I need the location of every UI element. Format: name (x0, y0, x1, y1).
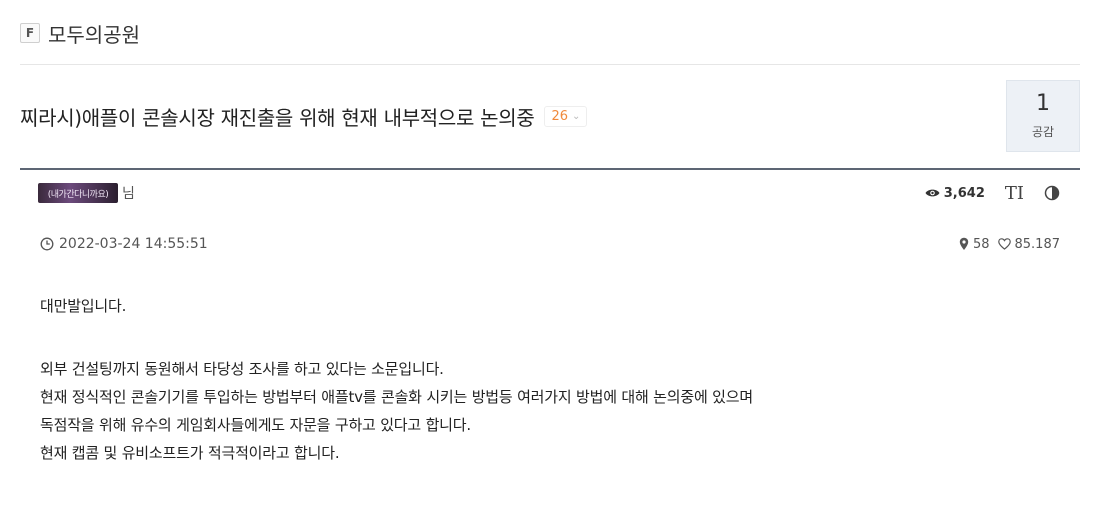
chevron-down-icon: ⌄ (572, 110, 581, 122)
author-suffix: 님 (122, 186, 135, 202)
view-count-value: 3,642 (943, 185, 985, 201)
title-row: 찌라시)애플이 콘솔시장 재진출을 위해 현재 내부적으로 논의중 26 ⌄ (20, 98, 588, 134)
author-nickname-image[interactable]: (내가간다니까요) (38, 183, 118, 203)
body-line: 대만발입니다. (40, 297, 127, 315)
divider (20, 64, 1080, 65)
body-line: 외부 건설팅까지 동원해서 타당성 조사를 하고 있다는 소문입니다. (40, 360, 444, 378)
author[interactable]: (내가간다니까요) 님 (38, 180, 135, 206)
likes-value: 85.187 (1014, 236, 1061, 252)
board-badge: F (20, 23, 40, 43)
body-line: 독점작을 위해 유수의 게임회사들에게도 자문을 구하고 있다고 합니다. (40, 416, 471, 434)
board-name[interactable]: 모두의공원 (48, 19, 140, 48)
post-title: 찌라시)애플이 콘솔시장 재진출을 위해 현재 내부적으로 논의중 (20, 105, 535, 130)
heart-icon (997, 238, 1011, 250)
body-line: 현재 캡콤 및 유비소프트가 적극적이라고 합니다. (40, 444, 340, 462)
location-value: 58 (972, 236, 990, 252)
post-date: 2022-03-24 14:55:51 (40, 234, 208, 254)
board-header: F 모두의공원 (20, 18, 140, 48)
post-date-value: 2022-03-24 14:55:51 (59, 236, 208, 252)
post-tools: 3,642 TI (925, 182, 1060, 204)
clock-icon (40, 237, 54, 251)
post-body: 대만발입니다. 외부 건설팅까지 동원해서 타당성 조사를 하고 있다는 소문입… (40, 292, 1020, 467)
recommend-button[interactable]: 1 공감 (1006, 80, 1080, 152)
comment-count-button[interactable]: 26 ⌄ (544, 105, 588, 127)
post-stats: 58 85.187 (959, 234, 1060, 254)
recommend-count: 1 (1036, 90, 1050, 116)
header-divider (20, 168, 1080, 170)
recommend-label: 공감 (1031, 124, 1055, 139)
font-size-button[interactable]: TI (1005, 183, 1024, 204)
eye-icon (925, 188, 940, 198)
view-count: 3,642 (925, 186, 985, 201)
post-page: F 모두의공원 찌라시)애플이 콘솔시장 재진출을 위해 현재 내부적으로 논의… (0, 0, 1100, 512)
comment-count: 26 (551, 108, 568, 124)
pin-icon (959, 237, 969, 251)
contrast-icon[interactable] (1044, 185, 1060, 201)
body-line: 현재 정식적인 콘솔기기를 투입하는 방법부터 애플tv를 콘솔화 시키는 방법… (40, 388, 753, 406)
